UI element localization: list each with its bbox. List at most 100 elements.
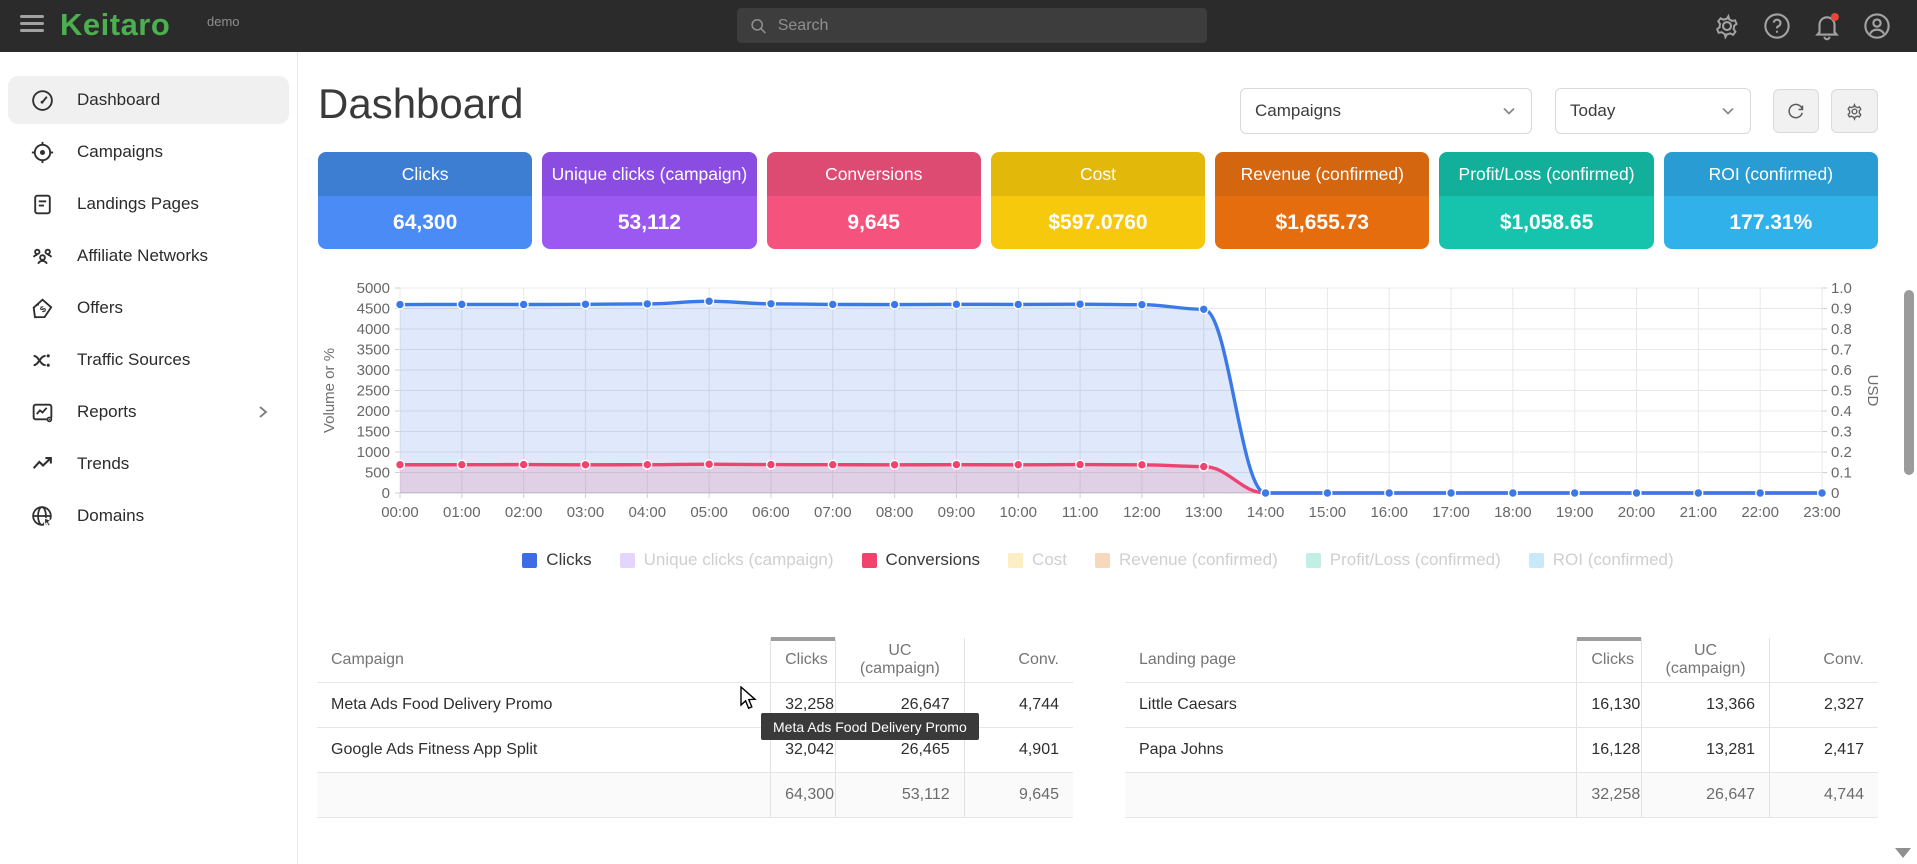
legend-item[interactable]: Cost bbox=[1008, 550, 1067, 570]
metric-card-conversions[interactable]: Conversions 9,645 bbox=[767, 152, 981, 249]
metric-card-profit-loss[interactable]: Profit/Loss (confirmed) $1,058.65 bbox=[1439, 152, 1653, 249]
metric-card-value: 64,300 bbox=[318, 196, 532, 249]
dashboard-chart[interactable]: 0500100015002000250030003500400045005000… bbox=[318, 279, 1878, 534]
svg-text:04:00: 04:00 bbox=[629, 504, 667, 521]
landing-name-cell[interactable]: Papa Johns bbox=[1125, 727, 1577, 772]
column-header-uc[interactable]: UC (campaign) bbox=[836, 638, 965, 682]
column-header-conv[interactable]: Conv. bbox=[1770, 638, 1878, 682]
legend-item[interactable]: Clicks bbox=[522, 550, 591, 570]
metric-card-roi[interactable]: ROI (confirmed) 177.31% bbox=[1664, 152, 1878, 249]
chevron-down-icon bbox=[1720, 103, 1736, 119]
svg-text:Volume or %: Volume or % bbox=[321, 348, 338, 433]
sort-indicator bbox=[771, 637, 835, 641]
metric-cards-row: Clicks 64,300 Unique clicks (campaign) 5… bbox=[318, 152, 1878, 249]
svg-text:1.0: 1.0 bbox=[1831, 280, 1852, 297]
svg-text:4500: 4500 bbox=[357, 301, 390, 318]
metric-card-unique-clicks[interactable]: Unique clicks (campaign) 53,112 bbox=[542, 152, 756, 249]
legend-label: Conversions bbox=[886, 550, 981, 570]
svg-text:12:00: 12:00 bbox=[1123, 504, 1161, 521]
chart-settings-button[interactable] bbox=[1831, 89, 1878, 133]
conv-cell: 2,327 bbox=[1770, 682, 1878, 727]
sidebar-item-label: Affiliate Networks bbox=[77, 246, 208, 266]
sidebar-item-affiliate-networks[interactable]: Affiliate Networks bbox=[8, 232, 289, 280]
svg-text:11:00: 11:00 bbox=[1062, 504, 1098, 521]
legend-label: Clicks bbox=[546, 550, 591, 570]
menu-icon[interactable] bbox=[20, 15, 44, 37]
svg-text:500: 500 bbox=[365, 465, 390, 482]
svg-text:0.2: 0.2 bbox=[1831, 444, 1852, 461]
date-range-value: Today bbox=[1570, 101, 1615, 121]
legend-item[interactable]: Revenue (confirmed) bbox=[1095, 550, 1278, 570]
column-header-campaign[interactable]: Campaign bbox=[317, 638, 771, 682]
campaigns-filter-select[interactable]: Campaigns bbox=[1240, 88, 1532, 134]
logo-demo-badge: demo bbox=[207, 14, 240, 29]
svg-text:05:00: 05:00 bbox=[690, 504, 728, 521]
trends-icon bbox=[30, 452, 55, 477]
svg-text:09:00: 09:00 bbox=[938, 504, 976, 521]
metric-card-clicks[interactable]: Clicks 64,300 bbox=[318, 152, 532, 249]
table-row[interactable]: Papa Johns 16,128 13,281 2,417 bbox=[1125, 727, 1878, 772]
traffic-sources-icon bbox=[30, 348, 55, 373]
legend-swatch bbox=[1306, 553, 1321, 568]
svg-text:03:00: 03:00 bbox=[567, 504, 605, 521]
svg-text:06:00: 06:00 bbox=[752, 504, 790, 521]
svg-text:1000: 1000 bbox=[357, 444, 390, 461]
sidebar-item-traffic-sources[interactable]: Traffic Sources bbox=[8, 336, 289, 384]
domains-icon bbox=[30, 504, 55, 529]
campaign-name-cell[interactable]: Google Ads Fitness App Split bbox=[317, 727, 771, 772]
legend-item[interactable]: ROI (confirmed) bbox=[1529, 550, 1674, 570]
sidebar-item-landings-pages[interactable]: Landings Pages bbox=[8, 180, 289, 228]
search-icon bbox=[749, 16, 768, 36]
svg-text:07:00: 07:00 bbox=[814, 504, 852, 521]
account-icon[interactable] bbox=[1862, 11, 1892, 41]
help-icon[interactable] bbox=[1762, 11, 1792, 41]
landing-name-cell[interactable]: Little Caesars bbox=[1125, 682, 1577, 727]
uc-cell: 13,281 bbox=[1642, 727, 1770, 772]
table-header-row: Landing page Clicks UC (campaign) Conv. bbox=[1125, 638, 1878, 682]
scroll-down-arrow-icon[interactable] bbox=[1895, 848, 1911, 858]
column-header-landing-page[interactable]: Landing page bbox=[1125, 638, 1577, 682]
campaign-name-cell[interactable]: Meta Ads Food Delivery Promo bbox=[317, 682, 771, 727]
search-input[interactable] bbox=[778, 17, 1195, 35]
metric-card-revenue[interactable]: Revenue (confirmed) $1,655.73 bbox=[1215, 152, 1429, 249]
vertical-scrollbar-thumb[interactable] bbox=[1904, 290, 1914, 475]
column-header-uc[interactable]: UC (campaign) bbox=[1642, 638, 1770, 682]
legend-swatch bbox=[862, 553, 877, 568]
total-uc-cell: 53,112 bbox=[836, 772, 965, 817]
metric-card-cost[interactable]: Cost $597.0760 bbox=[991, 152, 1205, 249]
landings-pages-icon bbox=[30, 192, 55, 217]
table-row[interactable]: Little Caesars 16,130 13,366 2,327 bbox=[1125, 682, 1878, 727]
sidebar-item-campaigns[interactable]: Campaigns bbox=[8, 128, 289, 176]
sidebar-item-domains[interactable]: Domains bbox=[8, 492, 289, 540]
metric-card-label: Revenue (confirmed) bbox=[1215, 152, 1429, 196]
column-header-clicks[interactable]: Clicks bbox=[771, 638, 836, 682]
clicks-cell: 16,130 bbox=[1577, 682, 1642, 727]
sidebar-item-reports[interactable]: Reports bbox=[8, 388, 289, 436]
svg-text:USD: USD bbox=[1864, 375, 1878, 407]
column-header-clicks[interactable]: Clicks bbox=[1577, 638, 1642, 682]
column-header-conv[interactable]: Conv. bbox=[964, 638, 1073, 682]
topbar: Keitaro demo bbox=[0, 0, 1917, 52]
sidebar-item-dashboard[interactable]: Dashboard bbox=[8, 76, 289, 124]
sidebar-item-offers[interactable]: $ Offers bbox=[8, 284, 289, 332]
mouse-cursor bbox=[739, 686, 761, 712]
legend-item[interactable]: Conversions bbox=[862, 550, 981, 570]
dashboard-icon bbox=[30, 88, 55, 113]
legend-item[interactable]: Profit/Loss (confirmed) bbox=[1306, 550, 1501, 570]
conv-cell: 4,744 bbox=[964, 682, 1073, 727]
metric-card-label: Clicks bbox=[318, 152, 532, 196]
table-totals-row: 64,300 53,112 9,645 bbox=[317, 772, 1073, 817]
svg-text:22:00: 22:00 bbox=[1741, 504, 1779, 521]
settings-gear-icon[interactable] bbox=[1712, 11, 1742, 41]
legend-item[interactable]: Unique clicks (campaign) bbox=[620, 550, 834, 570]
search-bar[interactable] bbox=[737, 8, 1207, 43]
notifications-bell-icon[interactable] bbox=[1812, 11, 1842, 41]
metric-card-value: $1,655.73 bbox=[1215, 196, 1429, 249]
svg-text:20:00: 20:00 bbox=[1618, 504, 1656, 521]
sidebar-item-trends[interactable]: Trends bbox=[8, 440, 289, 488]
svg-text:3000: 3000 bbox=[357, 362, 390, 379]
svg-text:0.1: 0.1 bbox=[1831, 465, 1852, 482]
refresh-button[interactable] bbox=[1773, 89, 1819, 133]
date-range-select[interactable]: Today bbox=[1555, 88, 1751, 134]
sidebar-item-label: Campaigns bbox=[77, 142, 163, 162]
